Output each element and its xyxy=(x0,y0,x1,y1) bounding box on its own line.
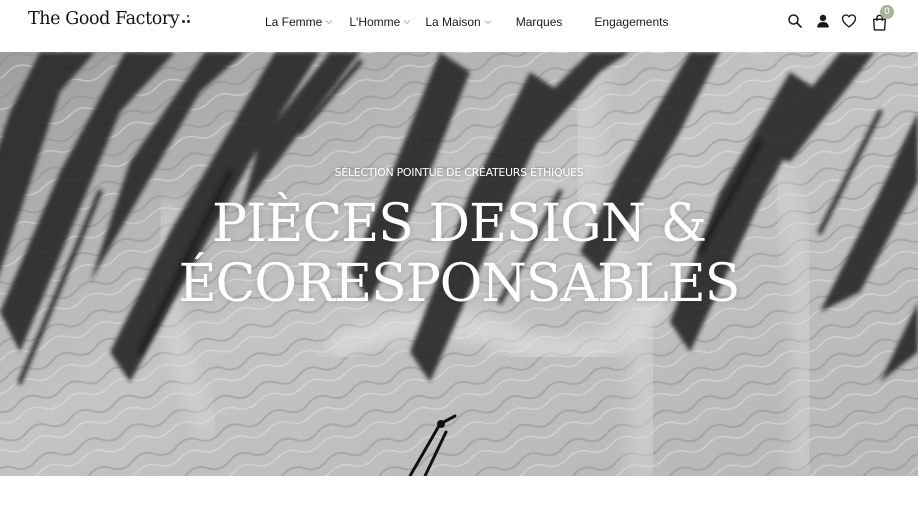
cart-count-badge: 0 xyxy=(880,5,894,19)
hero-title: PIÈCES DESIGN & ÉCORESPONSABLES xyxy=(0,194,918,314)
hero-title-line: ÉCORESPONSABLES xyxy=(178,254,741,314)
nav-item-label: Engagements xyxy=(594,15,669,29)
nav-item-label: La Femme xyxy=(265,15,323,29)
search-icon[interactable] xyxy=(787,13,803,29)
chevron-down-icon xyxy=(326,19,333,24)
user-icon[interactable] xyxy=(815,13,831,29)
page-content-area xyxy=(0,476,918,517)
site-header: The Good Factory La Femme L'Homme La Mai… xyxy=(0,0,918,52)
hero-kicker: SÉLECTION POINTUE DE CRÉATEURS ÉTHIQUES xyxy=(334,166,584,179)
nav-item-label: L'Homme xyxy=(349,15,401,29)
dots-mark-icon xyxy=(182,14,192,24)
nav-item-label: Marques xyxy=(515,15,563,29)
logo-text: The Good Factory xyxy=(28,9,180,29)
hero-banner[interactable]: SÉLECTION POINTUE DE CRÉATEURS ÉTHIQUES … xyxy=(0,52,918,476)
nav-item-marques[interactable]: Marques xyxy=(516,15,563,29)
chevron-down-icon xyxy=(403,19,411,24)
site-logo[interactable]: The Good Factory xyxy=(28,9,192,35)
hero-title-line: PIÈCES DESIGN & xyxy=(211,194,707,254)
main-nav: La Femme L'Homme La Maison Marques Engag… xyxy=(265,0,668,44)
chevron-down-icon xyxy=(484,19,492,24)
heart-icon[interactable] xyxy=(841,13,857,29)
nav-item-la-maison[interactable]: La Maison xyxy=(425,15,492,29)
nav-item-la-femme[interactable]: La Femme xyxy=(265,15,333,29)
nav-item-label: La Maison xyxy=(425,15,481,29)
nav-item-lhomme[interactable]: L'Homme xyxy=(349,15,411,29)
nav-item-engagements[interactable]: Engagements xyxy=(594,15,668,29)
